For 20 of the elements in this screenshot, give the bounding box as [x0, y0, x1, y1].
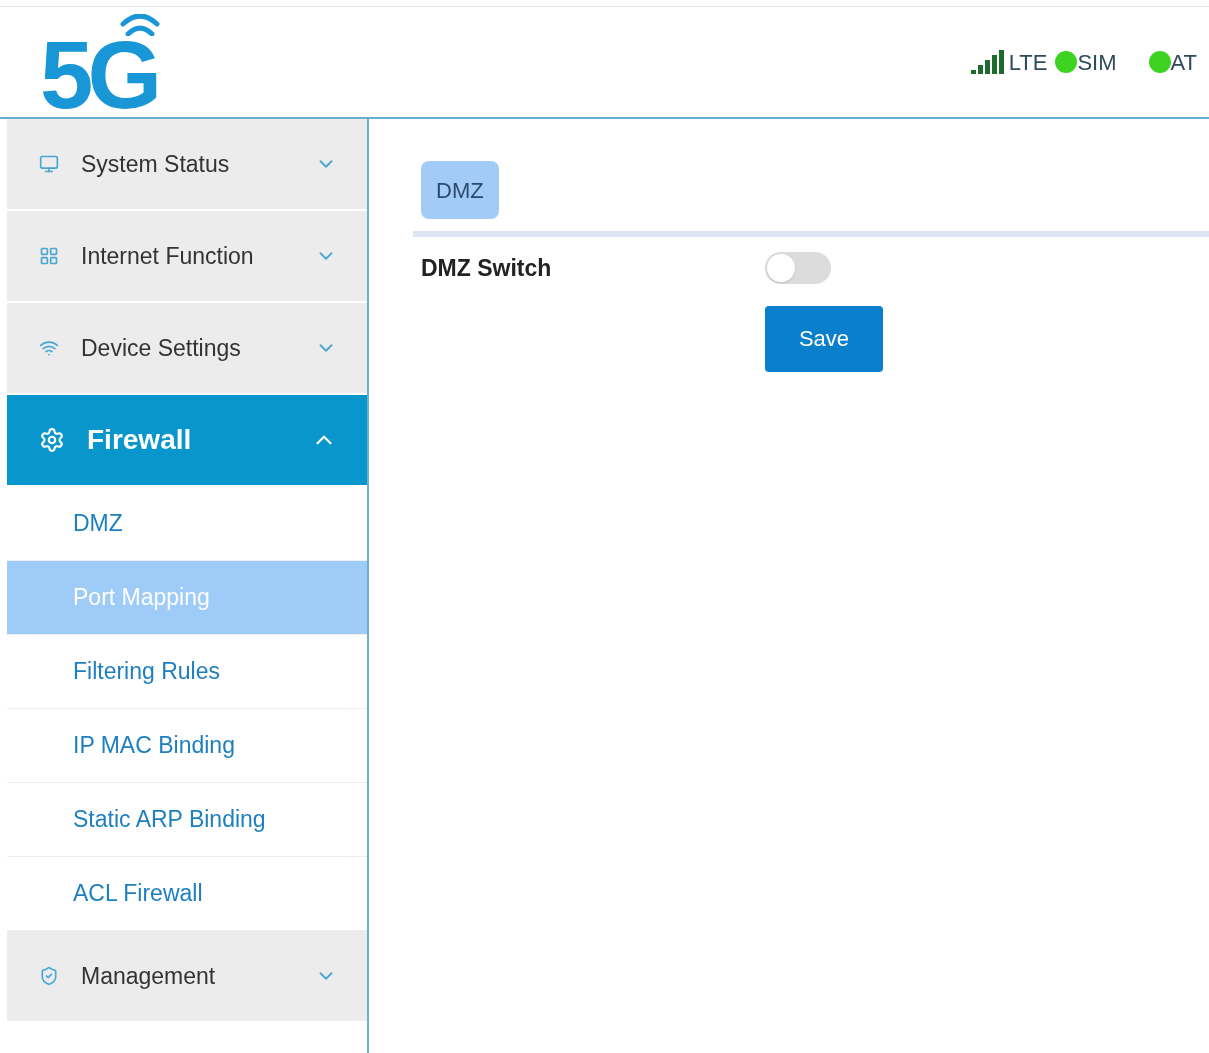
- tab[interactable]: DMZ: [421, 161, 499, 219]
- status-label: AT: [1170, 48, 1197, 77]
- signal-icon: [970, 50, 1005, 74]
- field-label: DMZ Switch: [421, 254, 553, 283]
- wifi-icon: [39, 338, 59, 358]
- shield-icon: [39, 966, 59, 986]
- status-label: SIM: [1077, 48, 1117, 77]
- menu-item[interactable]: System Status: [7, 119, 367, 211]
- menu-item[interactable]: Device Settings: [7, 303, 367, 395]
- menu-item[interactable]: Internet Function: [7, 211, 367, 303]
- grid-icon: [39, 246, 59, 266]
- menu-item[interactable]: Management: [7, 931, 367, 1023]
- network-type: LTE: [1008, 48, 1048, 77]
- signal-waves-icon: [120, 14, 161, 36]
- monitor-icon: [39, 154, 59, 174]
- gear-icon: [39, 427, 65, 453]
- toggle-switch[interactable]: [765, 252, 831, 285]
- menu-item[interactable]: Firewall: [7, 395, 367, 487]
- save-button[interactable]: Save: [765, 305, 883, 372]
- logo: 5G: [40, 36, 158, 114]
